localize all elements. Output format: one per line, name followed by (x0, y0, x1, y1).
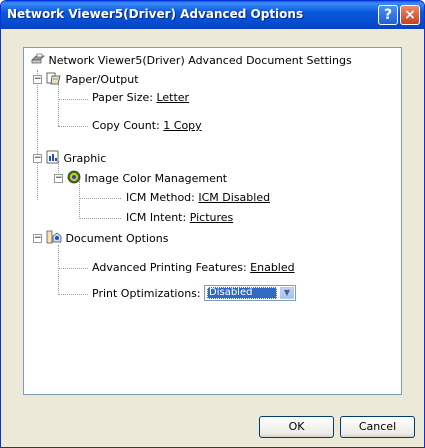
tree-item-paper-output[interactable]: Paper/Output (46, 71, 139, 86)
tree-line (37, 70, 38, 200)
document-options-collapse-toggle[interactable]: − (33, 234, 42, 243)
setting-key: Paper Size: (92, 91, 153, 104)
advanced-printing-features-setting[interactable]: Advanced Printing Features: Enabled (92, 261, 295, 275)
setting-value[interactable]: ICM Disabled (198, 191, 270, 204)
setting-key: ICM Intent: (126, 211, 187, 224)
tree-item-label: Document Options (65, 232, 169, 245)
tree-item-document-options[interactable]: Document Options (46, 230, 169, 245)
advanced-options-dialog: Network Viewer5(Driver) Advanced Options… (0, 0, 425, 448)
tree-line (58, 84, 59, 126)
setting-value[interactable]: Enabled (250, 261, 294, 274)
setting-key: Advanced Printing Features: (92, 261, 247, 274)
icm-intent-setting[interactable]: ICM Intent: Pictures (126, 211, 233, 225)
icm-collapse-toggle[interactable]: − (54, 174, 63, 183)
tree-line (58, 245, 59, 295)
color-management-icon (67, 170, 81, 188)
copy-count-setting[interactable]: Copy Count: 1 Copy (92, 119, 202, 133)
setting-key: Copy Count: (92, 119, 160, 132)
tree-line (58, 268, 88, 269)
setting-value[interactable]: Pictures (190, 211, 234, 224)
setting-value[interactable]: 1 Copy (163, 119, 201, 132)
close-button[interactable]: × (400, 5, 420, 25)
graphic-collapse-toggle[interactable]: − (33, 154, 42, 163)
setting-key: Print Optimizations: (92, 287, 201, 300)
setting-key: ICM Method: (126, 191, 195, 204)
icm-method-setting[interactable]: ICM Method: ICM Disabled (126, 191, 270, 205)
settings-tree[interactable]: Network Viewer5(Driver) Advanced Documen… (23, 47, 402, 395)
paper-output-collapse-toggle[interactable]: − (33, 75, 42, 84)
setting-value[interactable]: Letter (156, 91, 189, 104)
tree-item-image-color-management[interactable]: Image Color Management (67, 170, 228, 185)
tree-item-graphic[interactable]: Graphic (46, 150, 107, 165)
title-bar[interactable]: Network Viewer5(Driver) Advanced Options… (1, 1, 424, 29)
tree-root[interactable]: Network Viewer5(Driver) Advanced Documen… (31, 53, 352, 67)
tree-item-label: Paper/Output (65, 73, 139, 86)
print-optimizations-setting[interactable]: Print Optimizations: (92, 287, 201, 301)
document-options-icon (46, 230, 62, 248)
tree-line (58, 126, 88, 127)
paper-icon (46, 71, 62, 89)
help-button[interactable]: ? (378, 5, 398, 25)
tree-line (79, 218, 121, 219)
chevron-down-icon[interactable]: ▼ (280, 287, 294, 299)
tree-root-label: Network Viewer5(Driver) Advanced Documen… (48, 54, 352, 67)
graphic-icon (46, 150, 60, 168)
tree-line (79, 198, 121, 199)
tree-line (58, 99, 88, 100)
tree-item-label: Image Color Management (84, 172, 228, 185)
selected-value: Disabled (207, 287, 277, 299)
printer-icon (31, 53, 45, 69)
paper-size-setting[interactable]: Paper Size: Letter (92, 91, 189, 105)
tree-line (58, 294, 88, 295)
ok-button[interactable]: OK (259, 416, 334, 438)
tree-item-label: Graphic (63, 152, 107, 165)
print-optimizations-select[interactable]: Disabled ▼ (204, 285, 296, 301)
window-title: Network Viewer5(Driver) Advanced Options (7, 7, 304, 21)
cancel-button[interactable]: Cancel (340, 416, 415, 438)
